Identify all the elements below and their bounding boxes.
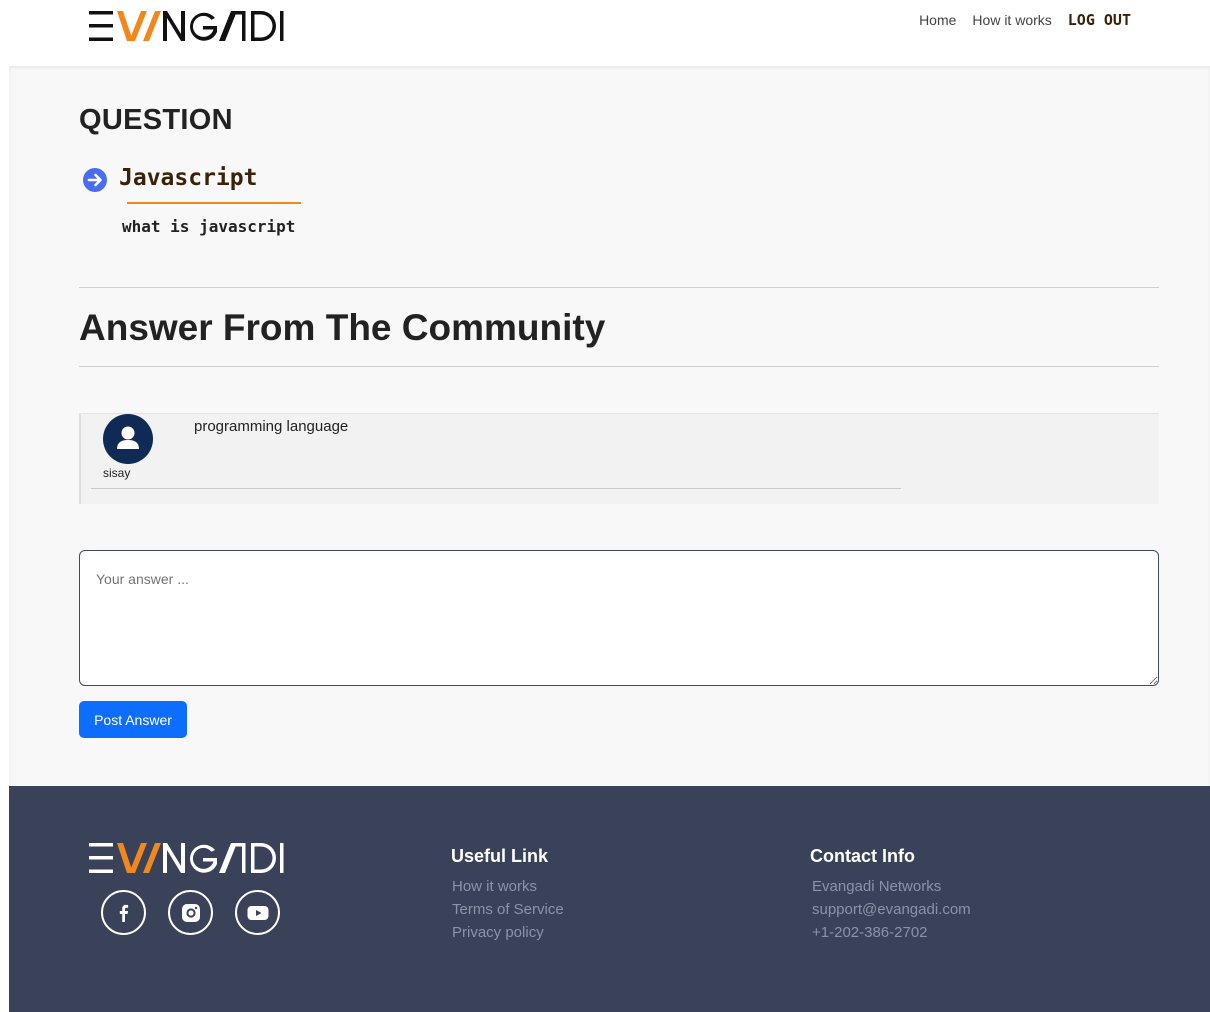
youtube-link[interactable] <box>235 890 280 935</box>
answer-input[interactable] <box>79 550 1159 686</box>
nav-home-link[interactable]: Home <box>919 12 956 28</box>
answer-username: sisay <box>103 466 131 480</box>
instagram-link[interactable] <box>168 890 213 935</box>
footer: Useful Link How it works Terms of Servic… <box>9 786 1210 1012</box>
logout-button[interactable]: LOG OUT <box>1068 11 1131 29</box>
instagram-icon <box>181 903 200 922</box>
nav-how-it-works-link[interactable]: How it works <box>972 12 1051 28</box>
contact-phone[interactable]: +1-202-386-2702 <box>812 924 928 941</box>
footer-link-terms[interactable]: Terms of Service <box>452 901 564 918</box>
answers-heading: Answer From The Community <box>79 307 606 348</box>
facebook-link[interactable] <box>101 890 146 935</box>
user-icon <box>117 426 139 449</box>
top-nav: Home How it works LOG OUT <box>919 11 1131 29</box>
youtube-icon <box>247 905 268 920</box>
facebook-icon <box>119 904 128 922</box>
question-heading: QUESTION <box>79 104 233 136</box>
answer-text: programming language <box>194 418 349 435</box>
question-body: what is javascript <box>122 217 296 236</box>
answer-item: sisay programming language <box>79 413 1159 504</box>
footer-link-privacy[interactable]: Privacy policy <box>452 924 544 941</box>
footer-link-how-it-works[interactable]: How it works <box>452 878 537 895</box>
useful-link-heading: Useful Link <box>451 846 549 866</box>
divider <box>79 287 1159 288</box>
contact-email[interactable]: support@evangadi.com <box>812 901 971 918</box>
header: Home How it works LOG OUT <box>0 0 1210 66</box>
avatar <box>103 414 153 464</box>
contact-company: Evangadi Networks <box>812 878 942 895</box>
evangadi-logo-footer[interactable] <box>89 842 285 874</box>
main-content: QUESTION Javascript what is javascript A… <box>9 66 1210 786</box>
divider <box>79 366 1159 367</box>
evangadi-logo[interactable] <box>89 10 285 42</box>
question-topic: Javascript <box>119 165 258 191</box>
topic-underline <box>127 202 301 204</box>
divider <box>91 488 901 489</box>
arrow-right-circle-icon <box>83 168 107 192</box>
contact-info-heading: Contact Info <box>810 846 915 866</box>
post-answer-button[interactable]: Post Answer <box>79 701 187 738</box>
